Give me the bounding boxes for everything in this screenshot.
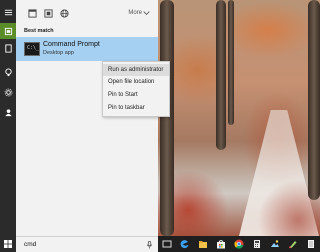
- start-button[interactable]: [0, 236, 16, 252]
- hamburger-menu-icon[interactable]: [0, 4, 16, 20]
- result-title: Command Prompt: [43, 41, 100, 48]
- task-view-icon[interactable]: [162, 239, 172, 249]
- command-prompt-glyph: C:\_: [27, 45, 40, 51]
- search-panel: More Best match C:\_ Command Prompt Desk…: [16, 0, 170, 236]
- microphone-icon[interactable]: [146, 241, 153, 249]
- edge-icon[interactable]: [180, 239, 190, 249]
- web-icon[interactable]: [60, 9, 69, 18]
- search-box[interactable]: cmd: [16, 236, 158, 252]
- wallpaper-leaves: [158, 170, 320, 236]
- file-explorer-icon[interactable]: [198, 239, 208, 249]
- search-input[interactable]: cmd: [24, 241, 36, 248]
- documents-icon[interactable]: [28, 9, 37, 18]
- calculator-icon[interactable]: [252, 239, 262, 249]
- paint-icon[interactable]: [288, 239, 298, 249]
- windows-icon: [4, 240, 12, 248]
- search-filter-toolbar: More: [16, 0, 158, 28]
- command-prompt-icon: C:\_: [24, 42, 40, 56]
- taskbar: [158, 236, 320, 252]
- feedback-icon[interactable]: [0, 104, 16, 120]
- home-icon[interactable]: [0, 23, 16, 39]
- settings-icon[interactable]: [0, 84, 16, 100]
- wallpaper-tree: [228, 0, 234, 125]
- context-menu-pin-to-taskbar[interactable]: Pin to taskbar: [103, 102, 169, 114]
- photos-icon[interactable]: [270, 239, 280, 249]
- start-rail: [0, 0, 16, 236]
- wallpaper-tree: [216, 0, 226, 150]
- result-subtitle: Desktop app: [43, 50, 74, 56]
- best-match-result[interactable]: C:\_ Command Prompt Desktop app: [16, 37, 158, 61]
- context-menu: Run as administrator Open file location …: [102, 61, 170, 117]
- chrome-icon[interactable]: [234, 239, 244, 249]
- more-filter-button[interactable]: More: [128, 10, 142, 16]
- context-menu-open-file-location[interactable]: Open file location: [103, 76, 169, 88]
- context-menu-run-as-administrator[interactable]: Run as administrator: [103, 64, 169, 76]
- apps-icon[interactable]: [44, 9, 53, 18]
- notebook-icon[interactable]: [0, 40, 16, 56]
- notepad-icon[interactable]: [306, 239, 316, 249]
- desktop-wallpaper: [158, 0, 320, 236]
- store-icon[interactable]: [216, 239, 226, 249]
- chevron-down-icon[interactable]: [143, 10, 150, 16]
- context-menu-pin-to-start[interactable]: Pin to Start: [103, 89, 169, 101]
- wallpaper-tree: [160, 0, 174, 236]
- best-match-heading: Best match: [24, 28, 54, 34]
- wallpaper-tree: [308, 0, 320, 200]
- lightbulb-icon[interactable]: [0, 64, 16, 80]
